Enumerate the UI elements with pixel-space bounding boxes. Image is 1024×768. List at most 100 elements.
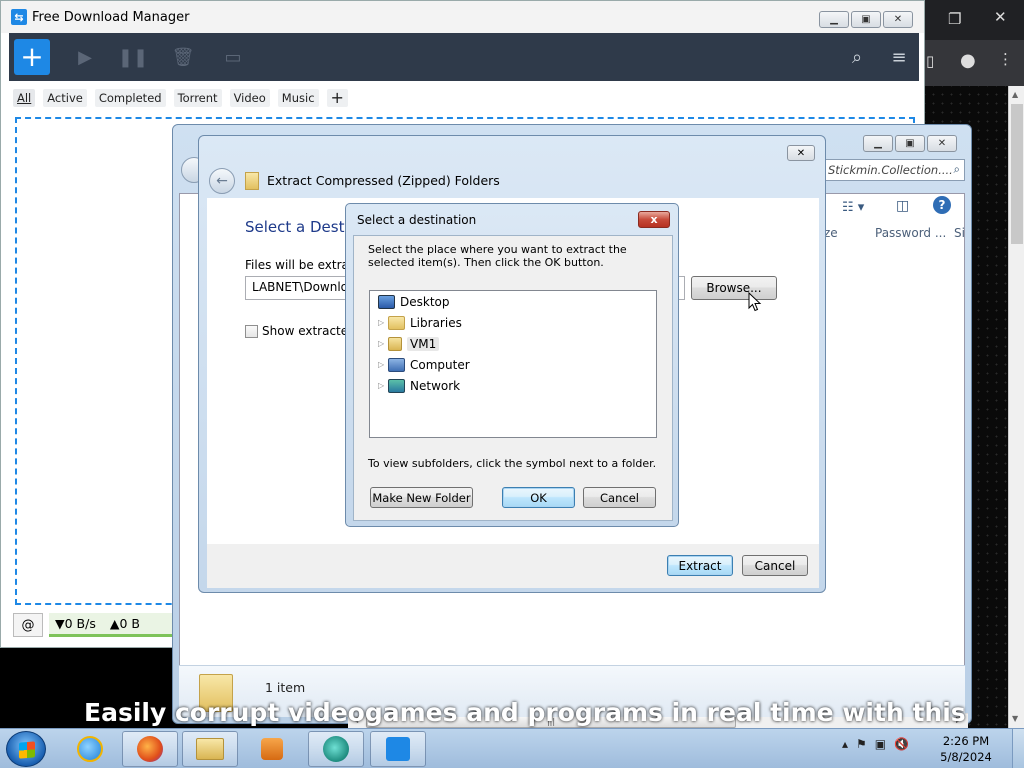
tree-item-computer[interactable]: ▷ Computer bbox=[378, 355, 470, 374]
tree-item-label: VM1 bbox=[407, 336, 440, 351]
tab-video[interactable]: Video bbox=[229, 89, 270, 107]
add-tab-button[interactable]: + bbox=[326, 89, 348, 107]
background-browser-toolbar: ▯ ● ⋮ bbox=[920, 40, 1024, 86]
search-input[interactable]: Stickmin.Collection.... ⌕ bbox=[823, 159, 965, 181]
close-icon[interactable]: ✕ bbox=[994, 8, 1007, 26]
cancel-button[interactable]: Cancel bbox=[742, 555, 808, 576]
network-icon bbox=[388, 378, 405, 393]
sidebar-icon[interactable]: ▯ bbox=[926, 52, 934, 70]
preview-pane-icon[interactable]: ◫ bbox=[896, 198, 909, 214]
show-extracted-checkbox[interactable] bbox=[245, 324, 258, 338]
zip-folder-icon bbox=[245, 172, 259, 190]
upload-speed: ▲0 B bbox=[109, 616, 140, 631]
volume-muted-icon[interactable]: 🔇 bbox=[894, 737, 909, 751]
resume-icon[interactable]: ▶ bbox=[73, 45, 97, 69]
search-input-text: Stickmin.Collection.... bbox=[828, 163, 953, 177]
close-button[interactable]: ✕ bbox=[787, 145, 815, 161]
minimize-button[interactable]: ▁ bbox=[863, 135, 893, 152]
media-player-icon[interactable] bbox=[244, 731, 300, 767]
system-clock[interactable]: 2:26 PM 5/8/2024 bbox=[936, 733, 996, 765]
browse-button[interactable]: Browse... bbox=[691, 276, 777, 300]
help-icon[interactable]: ? bbox=[933, 196, 951, 214]
user-folder-icon bbox=[388, 336, 402, 351]
explorer-window-controls: ▁ ▣ ✕ bbox=[863, 135, 957, 152]
expand-arrow-icon[interactable]: ▷ bbox=[378, 339, 388, 348]
maximize-button[interactable]: ▣ bbox=[851, 11, 881, 28]
ok-button[interactable]: OK bbox=[502, 487, 575, 508]
download-speed: ▼0 B/s bbox=[55, 616, 96, 631]
close-button[interactable]: ✕ bbox=[883, 11, 913, 28]
wizard-heading: Select a Destin bbox=[245, 218, 359, 236]
back-button[interactable]: ← bbox=[209, 168, 235, 194]
pause-icon[interactable]: ❚❚ bbox=[118, 45, 148, 69]
expand-arrow-icon[interactable]: ▷ bbox=[378, 381, 388, 390]
tab-torrent[interactable]: Torrent bbox=[173, 89, 222, 107]
menu-icon[interactable]: ≡ bbox=[887, 45, 911, 69]
tab-music[interactable]: Music bbox=[277, 89, 319, 107]
fdm-window-controls: ▁ ▣ ✕ bbox=[819, 11, 913, 28]
tree-item-label: Libraries bbox=[410, 315, 462, 330]
tree-item-label: Computer bbox=[410, 357, 470, 372]
delete-icon[interactable]: 🗑 bbox=[171, 45, 195, 69]
show-desktop-button[interactable] bbox=[1012, 729, 1024, 768]
computer-icon bbox=[388, 357, 405, 372]
make-new-folder-button[interactable]: Make New Folder bbox=[370, 487, 473, 508]
action-center-flag-icon[interactable]: ⚑ bbox=[856, 737, 867, 751]
fdm-taskbar-icon[interactable] bbox=[370, 731, 426, 767]
maximize-button[interactable]: ▣ bbox=[895, 135, 925, 152]
cancel-button[interactable]: Cancel bbox=[583, 487, 656, 508]
video-caption: Easily corrupt videogames and programs i… bbox=[84, 698, 966, 727]
restore-icon[interactable]: ❐ bbox=[948, 10, 961, 28]
desktop-icon bbox=[378, 294, 395, 309]
minimize-button[interactable]: ▁ bbox=[819, 11, 849, 28]
profile-icon[interactable]: ● bbox=[960, 50, 976, 71]
open-folder-icon[interactable]: ▭ bbox=[221, 45, 245, 69]
show-hidden-icons-icon[interactable]: ▴ bbox=[842, 737, 848, 751]
more-menu-icon[interactable]: ⋮ bbox=[998, 50, 1013, 68]
fdm-logo-icon: ⇆ bbox=[11, 9, 27, 25]
dialog-title: Select a destination bbox=[357, 213, 477, 227]
tab-completed[interactable]: Completed bbox=[94, 89, 166, 107]
view-options-icon[interactable]: ☷ ▾ bbox=[842, 200, 864, 215]
background-browser-titlebar: ❐ ✕ bbox=[920, 0, 1024, 40]
dialog-hint: To view subfolders, click the symbol nex… bbox=[368, 457, 657, 470]
firefox-icon[interactable] bbox=[122, 731, 178, 767]
snail-mode-icon[interactable]: @ bbox=[13, 613, 43, 637]
column-extra[interactable]: Si bbox=[954, 226, 965, 240]
expand-arrow-icon[interactable]: ▷ bbox=[378, 318, 388, 327]
internet-explorer-icon[interactable] bbox=[62, 731, 118, 767]
close-button[interactable]: ✕ bbox=[927, 135, 957, 152]
extract-button[interactable]: Extract bbox=[667, 555, 733, 576]
search-icon[interactable]: ⌕ bbox=[845, 45, 869, 69]
tree-item-network[interactable]: ▷ Network bbox=[378, 376, 460, 395]
rtc-app-icon[interactable] bbox=[308, 731, 364, 767]
fdm-filter-tabs: All Active Completed Torrent Video Music… bbox=[13, 89, 348, 107]
column-size[interactable]: ze bbox=[824, 226, 838, 240]
clock-date: 5/8/2024 bbox=[940, 750, 992, 764]
column-password[interactable]: Password ... bbox=[875, 226, 946, 240]
search-icon[interactable]: ⌕ bbox=[954, 162, 960, 177]
item-count: 1 item bbox=[265, 680, 306, 695]
file-explorer-icon[interactable] bbox=[182, 731, 238, 767]
fdm-titlebar: ⇆ Free Download Manager bbox=[1, 1, 924, 33]
start-button[interactable] bbox=[6, 731, 46, 767]
expand-arrow-icon[interactable]: ▷ bbox=[378, 360, 388, 369]
libraries-icon bbox=[388, 315, 405, 330]
dialog-body: Select the place where you want to extra… bbox=[353, 235, 673, 521]
scrollbar-thumb[interactable] bbox=[1011, 104, 1023, 244]
background-scrollbar[interactable]: ▲ ▼ bbox=[1008, 86, 1024, 728]
network-status-icon[interactable]: ▣ bbox=[875, 737, 886, 751]
tree-item-desktop[interactable]: Desktop bbox=[378, 292, 450, 311]
scroll-down-icon[interactable]: ▼ bbox=[1012, 714, 1018, 723]
add-download-button[interactable]: + bbox=[14, 39, 50, 75]
tree-item-libraries[interactable]: ▷ Libraries bbox=[378, 313, 462, 332]
tree-item-vm1[interactable]: ▷ VM1 bbox=[378, 334, 440, 353]
tab-all[interactable]: All bbox=[13, 89, 36, 107]
close-button[interactable]: x bbox=[638, 211, 670, 228]
tab-active[interactable]: Active bbox=[43, 89, 87, 107]
folder-tree[interactable]: Desktop ▷ Libraries ▷ VM1 ▷ Computer ▷ N… bbox=[369, 290, 657, 438]
speed-indicator: ▼0 B/s ▲0 B bbox=[49, 613, 179, 637]
tree-item-label: Desktop bbox=[400, 294, 450, 309]
scroll-up-icon[interactable]: ▲ bbox=[1012, 90, 1018, 99]
wizard-footer: Extract Cancel bbox=[207, 544, 819, 588]
